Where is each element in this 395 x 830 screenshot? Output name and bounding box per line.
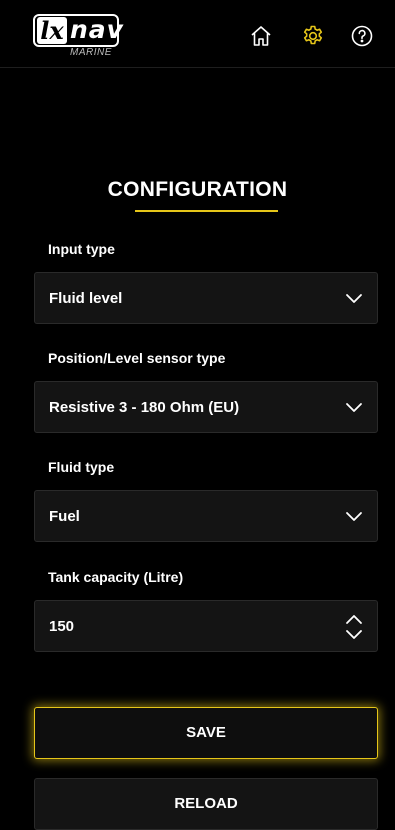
help-icon[interactable] (350, 24, 374, 48)
logo-marine: MARINE (70, 47, 112, 58)
reload-button[interactable]: RELOAD (34, 778, 378, 830)
save-button[interactable]: SAVE (34, 707, 378, 759)
chevron-down-icon (345, 290, 363, 308)
gear-icon[interactable] (301, 24, 325, 48)
chevron-up-icon[interactable] (345, 613, 363, 625)
sensor-type-select[interactable]: Resistive 3 - 180 Ohm (EU) (34, 381, 378, 433)
logo-nav: nav (70, 15, 124, 44)
chevron-down-icon (345, 508, 363, 526)
fluid-type-label: Fluid type (48, 459, 115, 475)
lxnav-marine-logo[interactable]: lx nav MARINE (33, 14, 123, 62)
input-type-select[interactable]: Fluid level (34, 272, 378, 324)
app-header: lx nav MARINE (0, 0, 395, 68)
logo-frame: lx nav (33, 14, 124, 47)
sensor-type-label: Position/Level sensor type (48, 350, 226, 366)
home-icon[interactable] (249, 24, 273, 48)
tank-capacity-label: Tank capacity (Litre) (48, 569, 184, 585)
fluid-type-select[interactable]: Fuel (34, 490, 378, 542)
logo-lx: lx (37, 17, 67, 44)
input-type-label: Input type (48, 241, 115, 257)
fluid-type-value: Fuel (49, 508, 80, 525)
input-type-value: Fluid level (49, 290, 123, 307)
chevron-down-icon[interactable] (345, 629, 363, 641)
title-underline (135, 210, 278, 212)
sensor-type-value: Resistive 3 - 180 Ohm (EU) (49, 399, 240, 416)
tank-capacity-value: 150 (49, 618, 75, 635)
tank-capacity-input[interactable]: 150 (34, 600, 378, 652)
number-stepper[interactable] (345, 613, 363, 641)
page-title: CONFIGURATION (107, 178, 288, 201)
chevron-down-icon (345, 399, 363, 417)
